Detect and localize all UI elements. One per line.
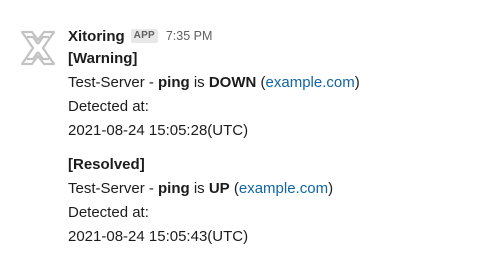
check-name: ping — [158, 180, 190, 197]
link-close: ) — [354, 74, 360, 91]
detected-timestamp: 2021-08-24 15:05:43(UTC) — [68, 228, 249, 245]
message-timestamp[interactable]: 7:35 PM — [166, 29, 213, 43]
check-name: ping — [158, 74, 190, 91]
server-name: Test-Server - — [68, 180, 159, 197]
sender-name[interactable]: Xitoring — [68, 28, 125, 45]
is-text: is — [189, 180, 209, 197]
alert-block-resolved: [Resolved] Test-Server - ping is UP (exa… — [68, 153, 478, 249]
chat-message: Xitoring APP 7:35 PM [Warning] Test-Serv… — [0, 0, 492, 264]
alert-status-line: Test-Server - ping is DOWN (example.com) — [68, 71, 478, 95]
alert-block-warning: [Warning] Test-Server - ping is DOWN (ex… — [68, 47, 478, 143]
detected-timestamp: 2021-08-24 15:05:28(UTC) — [68, 122, 249, 139]
alert-title: [Warning] — [68, 50, 138, 67]
status-value: DOWN — [208, 74, 257, 91]
link-open: ( — [229, 180, 239, 197]
is-text: is — [189, 74, 209, 91]
message-header: Xitoring APP 7:35 PM — [68, 25, 478, 47]
app-badge: APP — [130, 29, 158, 43]
xitoring-logo-icon[interactable] — [19, 29, 57, 67]
host-link[interactable]: example.com — [239, 180, 328, 197]
alert-status-line: Test-Server - ping is UP (example.com) — [68, 177, 478, 201]
link-close: ) — [328, 180, 334, 197]
status-value: UP — [208, 180, 230, 197]
server-name: Test-Server - — [68, 74, 159, 91]
detected-label: Detected at: — [68, 98, 149, 115]
link-open: ( — [256, 74, 266, 91]
message-content: Xitoring APP 7:35 PM [Warning] Test-Serv… — [68, 25, 478, 249]
alert-title: [Resolved] — [68, 156, 145, 173]
detected-label: Detected at: — [68, 204, 149, 221]
host-link[interactable]: example.com — [266, 74, 355, 91]
